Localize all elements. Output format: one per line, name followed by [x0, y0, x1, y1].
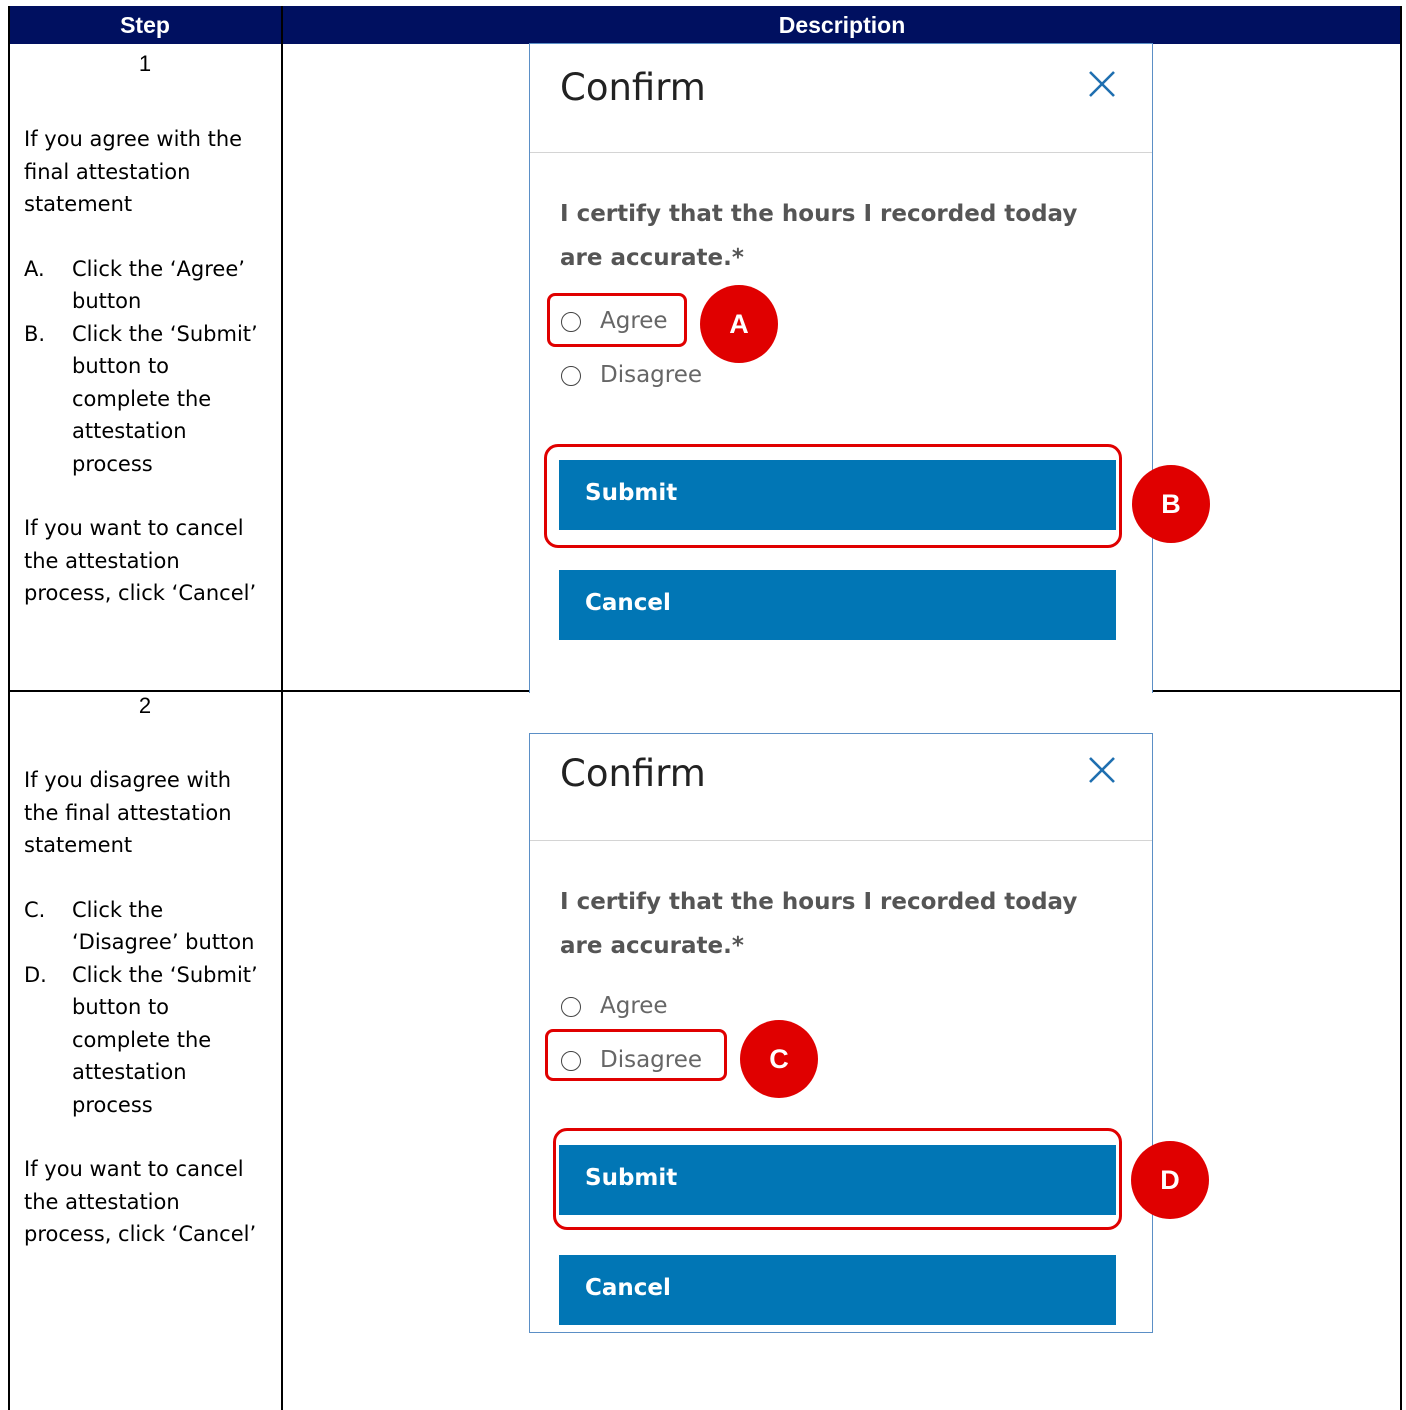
cancel-button[interactable]: Cancel: [559, 570, 1116, 640]
instruction-intro: If you agree with the final attestation …: [24, 127, 243, 216]
list-marker: B.: [24, 321, 46, 346]
radio-label: Disagree: [600, 362, 703, 388]
list-item: B. Click the ‘Submit’ button to complete …: [24, 318, 260, 481]
table-header-row: Step Description: [8, 6, 1402, 44]
instruction-list: A. Click the ‘Agree’ button B. Click the ‘…: [24, 253, 260, 481]
confirm-dialog: Confirm I certify that the hours I recor…: [529, 43, 1153, 693]
list-item-text: Click the ‘Submit’ button to complete th…: [72, 962, 258, 1117]
step-number: 1: [138, 51, 152, 76]
callout-badge: A: [700, 285, 778, 363]
instruction-outro: If you want to cancel the attestation pr…: [24, 516, 257, 605]
header-description: Description: [778, 12, 906, 38]
dialog-title: Confirm: [560, 752, 706, 795]
step-number: 2: [138, 693, 152, 718]
table-border-right: [1400, 6, 1402, 1410]
dialog-divider: [530, 840, 1152, 841]
instruction-table: Step Description 1 If you agree with the…: [0, 0, 1406, 1410]
radio-label: Agree: [600, 993, 668, 1019]
callout-badge: B: [1132, 465, 1210, 543]
close-icon[interactable]: [1082, 64, 1122, 104]
cancel-button[interactable]: Cancel: [559, 1255, 1116, 1325]
list-item: A. Click the ‘Agree’ button: [24, 253, 260, 318]
step-instructions: If you agree with the final attestation …: [24, 123, 260, 610]
list-item: D. Click the ‘Submit’ button to complete …: [24, 959, 260, 1122]
header-step: Step: [120, 12, 170, 38]
list-marker: A.: [24, 256, 45, 281]
list-marker: C.: [24, 897, 46, 922]
attestation-question: I certify that the hours I recorded toda…: [560, 201, 1078, 271]
radio-circle-icon: [561, 997, 581, 1017]
step-instructions: If you disagree with the final attestati…: [24, 764, 260, 1251]
attestation-question: I certify that the hours I recorded toda…: [560, 889, 1078, 959]
callout-highlight-agree: [547, 293, 687, 347]
callout-highlight-disagree: [545, 1029, 727, 1081]
instruction-outro: If you want to cancel the attestation pr…: [24, 1157, 257, 1246]
instruction-intro: If you disagree with the final attestati…: [24, 768, 232, 857]
list-item: C. Click the ‘Disagree’ button: [24, 894, 260, 959]
list-marker: D.: [24, 962, 47, 987]
callout-badge: D: [1131, 1141, 1209, 1219]
dialog-divider: [530, 152, 1152, 153]
close-icon[interactable]: [1082, 750, 1122, 790]
list-item-text: Click the ‘Submit’ button to complete th…: [72, 321, 258, 476]
callout-highlight-submit: [553, 1128, 1122, 1230]
list-item-text: Click the ‘Disagree’ button: [72, 897, 255, 955]
callout-highlight-submit: [544, 444, 1122, 548]
dialog-title: Confirm: [560, 66, 706, 109]
list-item-text: Click the ‘Agree’ button: [72, 256, 245, 314]
callout-badge: C: [740, 1020, 818, 1098]
radio-circle-icon: [561, 366, 581, 386]
instruction-list: C. Click the ‘Disagree’ button D. Click th…: [24, 894, 260, 1122]
